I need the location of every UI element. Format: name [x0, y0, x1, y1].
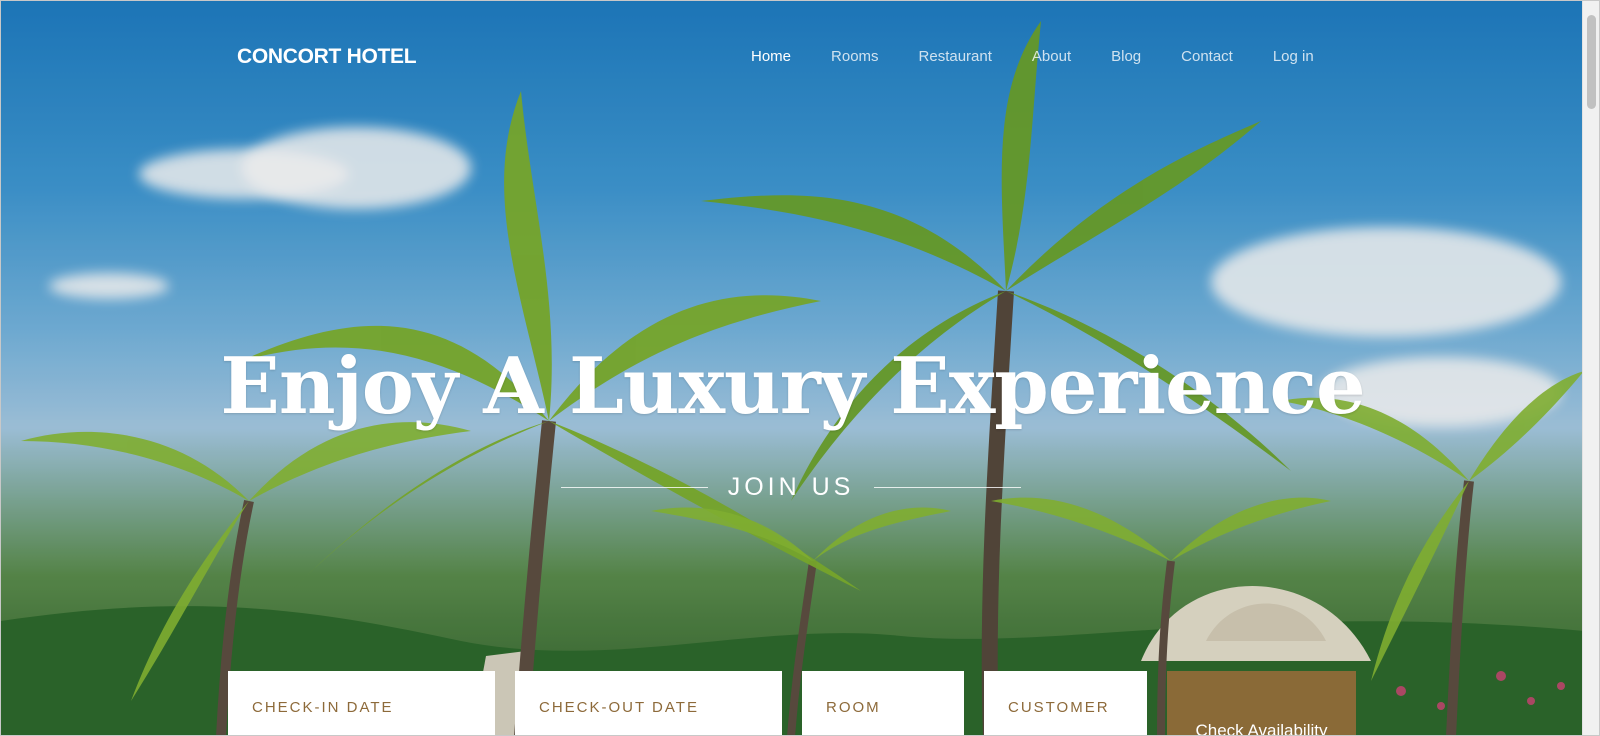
nav-link-about[interactable]: About [1032, 48, 1071, 65]
nav-links: Home Rooms Restaurant About Blog Contact… [751, 48, 1354, 65]
room-select[interactable]: ROOM [802, 671, 964, 735]
main-navbar: CONCORT HOTEL Home Rooms Restaurant Abou… [1, 1, 1584, 113]
browser-viewport: CONCORT HOTEL Home Rooms Restaurant Abou… [0, 0, 1600, 736]
hero-subtitle: JOIN US [727, 472, 855, 501]
hero-section: CONCORT HOTEL Home Rooms Restaurant Abou… [1, 1, 1584, 735]
checkout-date-label: CHECK-OUT DATE [539, 699, 699, 716]
vertical-scrollbar[interactable] [1582, 1, 1599, 735]
checkin-date-label: CHECK-IN DATE [252, 699, 394, 716]
nav-link-contact[interactable]: Contact [1181, 48, 1233, 65]
nav-link-home[interactable]: Home [751, 48, 791, 65]
subtitle-right-divider [874, 486, 1021, 488]
nav-link-rooms[interactable]: Rooms [831, 48, 879, 65]
check-availability-button[interactable]: Check Availability [1167, 671, 1356, 735]
hero-subtitle-row: JOIN US [561, 469, 1021, 505]
nav-link-restaurant[interactable]: Restaurant [919, 48, 992, 65]
booking-form: CHECK-IN DATE CHECK-OUT DATE ROOM CUSTOM… [228, 671, 1356, 735]
brand-logo[interactable]: CONCORT HOTEL [237, 45, 417, 69]
checkout-date-field[interactable]: CHECK-OUT DATE [515, 671, 782, 735]
customer-label: CUSTOMER [1008, 699, 1110, 716]
nav-link-login[interactable]: Log in [1273, 48, 1314, 65]
customer-select[interactable]: CUSTOMER [984, 671, 1147, 735]
nav-link-blog[interactable]: Blog [1111, 48, 1141, 65]
scrollbar-thumb[interactable] [1587, 15, 1596, 109]
hero-headline: Enjoy A Luxury Experience [220, 341, 1365, 432]
subtitle-left-divider [561, 486, 708, 488]
checkin-date-field[interactable]: CHECK-IN DATE [228, 671, 495, 735]
room-label: ROOM [826, 699, 881, 716]
